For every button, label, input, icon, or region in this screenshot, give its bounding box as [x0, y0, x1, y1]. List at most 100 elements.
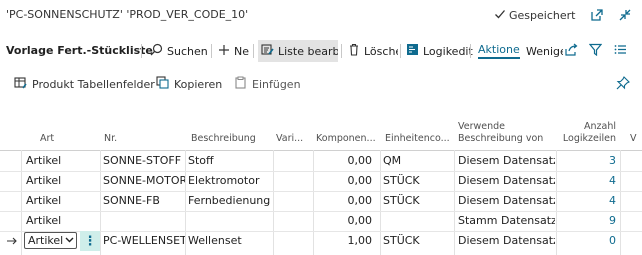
column-header-label: Beschreibung von [458, 133, 544, 144]
column-header-label: Komponen... [316, 133, 376, 144]
cell-count[interactable]: 3 [580, 151, 616, 171]
column-header-description[interactable]: Beschreibung [191, 110, 271, 150]
fewer-options-button[interactable]: Wenige [526, 40, 563, 62]
popout-icon[interactable] [589, 7, 605, 23]
cell-count[interactable]: 4 [580, 191, 616, 211]
filter-button[interactable] [589, 40, 602, 62]
table-row[interactable]: Artikel SONNE-STOFF Stoff 0,00 QM Diesem… [0, 151, 642, 171]
column-header-label: V [630, 133, 637, 144]
column-header-extra[interactable]: V [630, 110, 642, 150]
cell-unit[interactable]: QM [383, 151, 453, 171]
column-header-variant[interactable]: Vari... [276, 110, 312, 150]
cell-description[interactable]: Stoff [188, 151, 272, 171]
actions-menu[interactable]: Aktione [478, 40, 522, 62]
cell-usage[interactable]: Diesem Datensatz [458, 231, 555, 251]
cell-usage[interactable]: Diesem Datensatz [458, 171, 555, 191]
cell-nr[interactable] [103, 211, 185, 231]
row-arrow-icon [6, 231, 20, 251]
collapse-icon[interactable] [617, 7, 633, 23]
checkmark-icon [494, 8, 506, 23]
column-header-label: Logikzeilen [562, 133, 616, 144]
cell-component[interactable]: 0,00 [316, 171, 373, 191]
divider [341, 44, 342, 58]
new-button[interactable]: Ne [218, 40, 250, 62]
pin-button[interactable] [616, 76, 630, 93]
cell-description[interactable] [188, 211, 272, 231]
more-dots-icon[interactable]: ⋮ [80, 231, 100, 251]
cell-component[interactable]: 0,00 [316, 211, 373, 231]
divider [470, 44, 471, 58]
table-row[interactable]: Artikel SONNE-MOTOR Elektromotor 0,00 ST… [0, 171, 642, 191]
cell-usage[interactable]: Diesem Datensatz [458, 191, 555, 211]
column-header-count[interactable]: Anzahl Logikzeilen [560, 110, 616, 150]
cell-component[interactable]: 0,00 [316, 151, 373, 171]
cell-unit[interactable]: STÜCK [383, 231, 453, 251]
title-bar: 'PC-SONNENSCHUTZ' 'PROD_VER_CODE_10' Ges… [0, 0, 642, 30]
product-fields-label: Produkt Tabellenfelder [32, 77, 155, 91]
saved-label: Gespeichert [509, 9, 576, 22]
column-header-nr[interactable]: Nr. [104, 110, 184, 150]
cell-count[interactable]: 4 [580, 171, 616, 191]
copy-label: Kopieren [174, 77, 223, 91]
sub-action-bar: Produkt Tabellenfelder Kopieren Einfügen [0, 72, 642, 96]
cell-art[interactable]: Artikel [26, 211, 96, 231]
paste-label: Einfügen [252, 77, 301, 91]
new-label: Ne [234, 44, 249, 58]
column-header-label: Beschreibung [191, 133, 256, 144]
cell-count[interactable]: 0 [580, 231, 616, 251]
action-bar: Vorlage Fert.-Stückliste Suchen Ne Liste… [0, 38, 642, 64]
cell-usage[interactable]: Stamm Datensatz [458, 211, 555, 231]
cell-unit[interactable] [383, 211, 453, 231]
page-name: Vorlage Fert.-Stückliste [6, 44, 153, 57]
table-row-selected[interactable]: Artikel ⋮ PC-WELLENSET Wellenset 1,00 ST… [0, 231, 642, 251]
fewer-label: Wenige [526, 44, 563, 58]
paste-icon [234, 76, 247, 92]
art-select[interactable]: Artikel [24, 232, 77, 249]
list-icon [614, 43, 627, 59]
cell-unit[interactable]: STÜCK [383, 191, 453, 211]
cell-description[interactable]: Elektromotor [188, 171, 272, 191]
column-header-unit[interactable]: Einheitenco... [385, 110, 453, 150]
column-header-label: Vari... [276, 133, 304, 144]
cell-nr[interactable]: SONNE-FB [103, 191, 185, 211]
table-row[interactable]: Artikel 0,00 Stamm Datensatz 9 [0, 211, 642, 231]
product-fields-button[interactable]: Produkt Tabellenfelder [14, 76, 155, 92]
share-button[interactable] [564, 40, 578, 62]
paste-button[interactable]: Einfügen [234, 76, 301, 92]
column-header-label: Nr. [104, 133, 118, 144]
column-header-label: Einheitenco... [385, 133, 450, 144]
cell-unit[interactable]: STÜCK [383, 171, 453, 191]
column-header-usage[interactable]: Verwende Beschreibung von [458, 110, 558, 150]
cell-description[interactable]: Fernbedienung [188, 191, 272, 211]
chevron-down-icon [65, 233, 74, 248]
cell-nr[interactable]: SONNE-MOTOR [103, 171, 185, 191]
cell-component[interactable]: 1,00 [316, 231, 373, 251]
pin-icon [616, 76, 630, 93]
cell-count[interactable]: 9 [580, 211, 616, 231]
cell-nr[interactable]: SONNE-STOFF [103, 151, 185, 171]
copy-button[interactable]: Kopieren [156, 76, 222, 92]
cell-art[interactable]: Artikel [26, 191, 96, 211]
edit-list-button[interactable]: Liste bearbeit [258, 40, 338, 62]
cell-art[interactable]: Artikel [26, 171, 96, 191]
logic-edit-button[interactable]: Logikedit [406, 40, 473, 62]
column-header-component[interactable]: Komponen... [316, 110, 376, 150]
table-row[interactable]: Artikel SONNE-FB Fernbedienung 0,00 STÜC… [0, 191, 642, 211]
table-fields-icon [14, 76, 27, 92]
column-header-label: Art [40, 133, 55, 144]
divider [211, 44, 212, 58]
cell-description[interactable]: Wellenset [188, 231, 272, 251]
cell-nr[interactable]: PC-WELLENSET [103, 231, 185, 251]
cell-component[interactable]: 0,00 [316, 191, 373, 211]
cell-usage[interactable]: Diesem Datensatz [458, 151, 555, 171]
list-view-button[interactable] [614, 40, 627, 62]
search-button[interactable]: Suchen [150, 40, 208, 62]
search-label: Suchen [167, 44, 208, 58]
page-title: 'PC-SONNENSCHUTZ' 'PROD_VER_CODE_10' [6, 8, 249, 21]
divider [400, 44, 401, 58]
search-icon [150, 43, 163, 59]
trash-icon [348, 43, 360, 59]
delete-button[interactable]: Lösche [348, 40, 398, 62]
column-header-art[interactable]: Art [40, 110, 95, 150]
cell-art[interactable]: Artikel [26, 151, 96, 171]
